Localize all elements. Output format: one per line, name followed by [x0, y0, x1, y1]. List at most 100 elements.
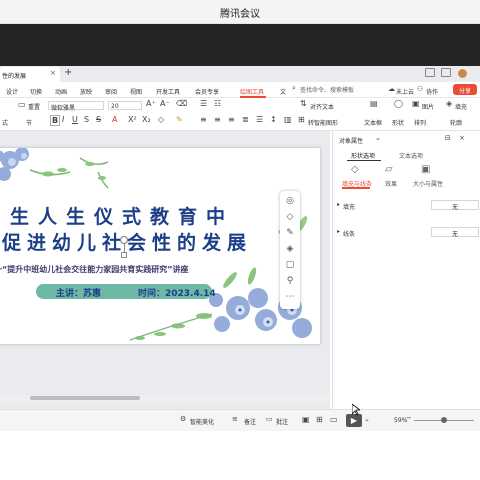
- menu-design[interactable]: 设计: [6, 87, 18, 96]
- menu-transition[interactable]: 切换: [30, 87, 42, 96]
- subtab-effect[interactable]: 效果: [385, 179, 397, 188]
- fill-line-icon[interactable]: ◇: [351, 164, 359, 175]
- slide-canvas[interactable]: 生人生仪式教育中 促进幼儿社会性的发展 一“提升中班幼儿社会交往能力家园共育实践…: [0, 131, 330, 409]
- text-effect-icon[interactable]: ◇: [158, 115, 164, 124]
- chevron-right-icon[interactable]: ▸: [337, 201, 340, 208]
- layout-icon[interactable]: [425, 68, 435, 77]
- slide-title-line1[interactable]: 生人生仪式教育中: [10, 202, 234, 229]
- font-color-icon[interactable]: A: [112, 115, 117, 124]
- close-tab-icon[interactable]: ×: [50, 69, 56, 77]
- rotate-handle[interactable]: [120, 236, 128, 244]
- fill-select[interactable]: 无: [431, 200, 479, 211]
- font-size-select[interactable]: 20: [108, 101, 142, 110]
- menu-developer[interactable]: 开发工具: [156, 87, 180, 96]
- active-subtab-indicator: [342, 187, 370, 189]
- chevron-down-icon[interactable]: ⌄: [364, 415, 370, 423]
- notes-button[interactable]: 备注: [244, 417, 256, 426]
- shape-button[interactable]: 形状: [392, 118, 404, 127]
- speaker-text: 主讲：苏惠: [56, 289, 102, 299]
- tab-text-options[interactable]: 文本选项: [399, 151, 423, 160]
- new-tab-button[interactable]: +: [64, 67, 72, 78]
- size-icon[interactable]: ▣: [421, 164, 430, 175]
- scrollbar-thumb[interactable]: [30, 396, 140, 400]
- search-icon[interactable]: ⌕: [292, 84, 296, 93]
- shape-icon[interactable]: ◯: [394, 99, 403, 108]
- layers-icon[interactable]: ◎: [284, 195, 296, 207]
- strikethrough-icon[interactable]: S: [96, 115, 101, 124]
- font-name-select[interactable]: 微软雅黑: [48, 101, 104, 112]
- line-spacing-icon[interactable]: ↕: [270, 115, 277, 124]
- avatar[interactable]: [457, 68, 468, 79]
- numbering-icon[interactable]: ☷: [214, 99, 221, 108]
- reset-button[interactable]: 重置: [28, 102, 40, 111]
- subtab-size-properties[interactable]: 大小与属性: [413, 179, 443, 188]
- subscript-icon[interactable]: X₂: [142, 115, 151, 124]
- location-icon[interactable]: ⚲: [284, 275, 296, 287]
- menu-drawing-tools[interactable]: 绘图工具: [240, 87, 264, 96]
- more-icon[interactable]: ⋯: [284, 291, 296, 303]
- shape-style-icon[interactable]: ◇: [284, 211, 296, 223]
- section-button[interactable]: 节: [26, 118, 32, 127]
- window-icon[interactable]: [441, 68, 451, 77]
- collaborate-button[interactable]: 协作: [426, 87, 438, 96]
- pen-icon[interactable]: ✎: [284, 227, 296, 239]
- clear-format-icon[interactable]: ⌫: [176, 99, 187, 108]
- resize-handle[interactable]: [121, 252, 127, 258]
- justify-icon[interactable]: ≣: [242, 115, 249, 124]
- fill-bucket-icon[interactable]: ◈: [284, 243, 296, 255]
- italic-icon[interactable]: I: [62, 115, 64, 124]
- menu-animation[interactable]: 动画: [55, 87, 67, 96]
- align-text-button[interactable]: 对齐文本: [310, 102, 334, 111]
- menu-view[interactable]: 视图: [130, 87, 142, 96]
- crop-icon[interactable]: ▢: [284, 259, 296, 271]
- align-center-icon[interactable]: ≡: [214, 115, 221, 124]
- command-search-input[interactable]: 查找命令、搜索模板: [300, 85, 386, 95]
- slide-sorter-icon[interactable]: ⊞: [316, 415, 323, 424]
- line-select[interactable]: 无: [431, 227, 479, 238]
- menu-member[interactable]: 会员专享: [195, 87, 219, 96]
- highlight-icon[interactable]: ✎: [176, 115, 183, 124]
- columns-icon[interactable]: ▥: [284, 115, 292, 124]
- text-direction-icon[interactable]: ⇅: [300, 99, 307, 108]
- slide-subtitle[interactable]: 一“提升中班幼儿社会交往能力家园共育实践研究”讲座: [0, 264, 189, 275]
- smart-beautify-button[interactable]: 智能美化: [190, 417, 214, 426]
- arrange-button[interactable]: 排列: [414, 118, 426, 127]
- bold-icon[interactable]: B: [50, 115, 61, 126]
- normal-view-icon[interactable]: ▣: [302, 415, 310, 424]
- effect-icon[interactable]: ▱: [385, 164, 393, 175]
- notes-icon: ≡: [232, 415, 238, 423]
- underline-icon[interactable]: U: [72, 115, 78, 124]
- outline-button[interactable]: 轮廓: [450, 118, 462, 127]
- line-label[interactable]: 线条: [343, 229, 355, 238]
- align-right-icon[interactable]: ≡: [228, 115, 235, 124]
- decrease-font-icon[interactable]: A⁻: [160, 99, 170, 108]
- fill-button[interactable]: 填充: [455, 102, 467, 111]
- bullets-icon[interactable]: ☰: [200, 99, 207, 108]
- distribute-icon[interactable]: ☰: [256, 115, 263, 124]
- comments-button[interactable]: 批注: [276, 417, 288, 426]
- chevron-right-icon[interactable]: ▸: [337, 228, 340, 235]
- close-icon[interactable]: ×: [459, 134, 465, 142]
- superscript-icon[interactable]: X²: [128, 115, 137, 124]
- pin-icon[interactable]: ⊟: [445, 134, 451, 142]
- menu-review[interactable]: 审阅: [105, 87, 117, 96]
- fill-label[interactable]: 填充: [343, 202, 355, 211]
- zoom-out-icon[interactable]: −: [406, 414, 412, 422]
- tab-shape-options[interactable]: 形状选项: [351, 151, 375, 160]
- textbox-button[interactable]: 文本框: [364, 118, 382, 127]
- chevron-down-icon[interactable]: ⌄: [375, 134, 381, 142]
- share-button[interactable]: 分享: [453, 84, 477, 95]
- picture-button[interactable]: 图片: [422, 102, 434, 111]
- slide[interactable]: 生人生仪式教育中 促进幼儿社会性的发展 一“提升中班幼儿社会交往能力家园共育实践…: [0, 148, 320, 344]
- reading-view-icon[interactable]: ▭: [330, 415, 338, 424]
- smart-shape-button[interactable]: 转智能图形: [308, 118, 338, 127]
- increase-font-icon[interactable]: A⁺: [146, 99, 156, 108]
- textbox-icon[interactable]: ▤: [370, 99, 378, 108]
- shadow-icon[interactable]: S: [84, 115, 89, 124]
- format-label[interactable]: 式: [2, 118, 8, 127]
- menu-text-tools[interactable]: 文: [280, 87, 286, 96]
- zoom-slider-thumb[interactable]: [441, 417, 447, 423]
- menu-slideshow[interactable]: 放映: [80, 87, 92, 96]
- align-left-icon[interactable]: ≡: [200, 115, 207, 124]
- cloud-status[interactable]: 未上云: [396, 87, 414, 96]
